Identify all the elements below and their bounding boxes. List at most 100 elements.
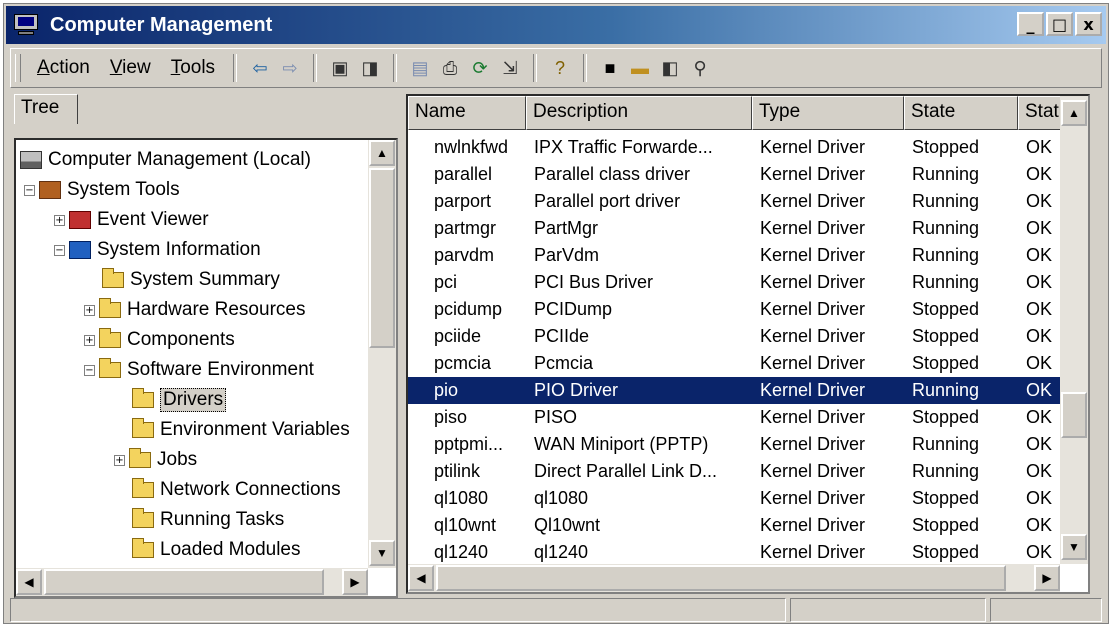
system-information-icon: [69, 241, 91, 259]
scroll-thumb[interactable]: [436, 565, 1006, 591]
help-icon[interactable]: ?: [545, 53, 575, 83]
column-header-state[interactable]: State: [904, 96, 1018, 130]
title-bar[interactable]: Computer Management _ □ x: [6, 6, 1106, 44]
tree-node-system-tools[interactable]: − System Tools: [24, 176, 180, 204]
back-arrow-icon[interactable]: ⇦: [245, 53, 275, 83]
scroll-up-button[interactable]: ▲: [369, 140, 395, 166]
scroll-up-button[interactable]: ▲: [1061, 100, 1087, 126]
menu-view[interactable]: View: [100, 57, 161, 79]
tree-node-jobs[interactable]: + Jobs: [114, 446, 197, 474]
minimize-button[interactable]: _: [1017, 12, 1044, 36]
scroll-thumb[interactable]: [44, 569, 324, 595]
menu-tools[interactable]: Tools: [161, 57, 225, 79]
scroll-down-button[interactable]: ▼: [1061, 534, 1087, 560]
tree-node-system-summary[interactable]: System Summary: [102, 266, 280, 294]
expand-toggle[interactable]: +: [84, 334, 95, 346]
table-row[interactable]: pio PIO Driver Kernel Driver Running OK: [408, 377, 1060, 404]
column-header-name[interactable]: Name: [408, 96, 526, 130]
save-icon[interactable]: ■: [595, 53, 625, 83]
table-row[interactable]: partmgr PartMgr Kernel Driver Running OK: [408, 215, 1060, 242]
table-row[interactable]: parport Parallel port driver Kernel Driver…: [408, 188, 1060, 215]
table-row[interactable]: ql1240 ql1240 Kernel Driver Stopped OK: [408, 539, 1060, 566]
computer-management-window: Computer Management _ □ x Action View To…: [3, 3, 1109, 624]
scroll-thumb[interactable]: [1061, 392, 1087, 438]
toolbar-grip[interactable]: [15, 54, 21, 82]
column-header-status[interactable]: Status: [1018, 96, 1062, 130]
expand-toggle[interactable]: +: [54, 214, 65, 226]
state-cell: Stopped: [912, 407, 980, 427]
tree-node-running-tasks[interactable]: Running Tasks: [132, 506, 284, 534]
collapse-toggle[interactable]: −: [84, 364, 95, 376]
close-button[interactable]: x: [1075, 12, 1102, 36]
tree-node-components[interactable]: + Components: [84, 326, 235, 354]
open-folder-icon[interactable]: ▬: [625, 53, 655, 83]
table-row[interactable]: parallel Parallel class driver Kernel Driv…: [408, 161, 1060, 188]
column-header-type[interactable]: Type: [752, 96, 904, 130]
tree-node-system-information[interactable]: − System Information: [54, 236, 261, 264]
tree-tab[interactable]: Tree: [14, 94, 78, 124]
table-row[interactable]: pci PCI Bus Driver Kernel Driver Running OK: [408, 269, 1060, 296]
state-cell: Stopped: [912, 353, 980, 373]
tree-node-environment-variables[interactable]: Environment Variables: [132, 416, 350, 444]
type-cell: Kernel Driver: [760, 272, 866, 292]
tree-node-computer-management[interactable]: Computer Management (Local): [20, 146, 311, 174]
scroll-down-button[interactable]: ▼: [369, 540, 395, 566]
scroll-left-button[interactable]: ◀: [408, 565, 434, 591]
state-cell: Running: [912, 245, 980, 265]
toolbar-separator: [393, 54, 398, 82]
toolbar-separator: [533, 54, 538, 82]
menu-action[interactable]: Action: [27, 57, 100, 79]
table-row[interactable]: pptpmi... WAN Miniport (PPTP) Kernel Drive…: [408, 431, 1060, 458]
column-header-description[interactable]: Description: [526, 96, 752, 130]
table-row[interactable]: parvdm ParVdm Kernel Driver Running OK: [408, 242, 1060, 269]
table-row[interactable]: ql10wnt Ql10wnt Kernel Driver Stopped OK: [408, 512, 1060, 539]
table-row[interactable]: pciide PCIIde Kernel Driver Stopped OK: [408, 323, 1060, 350]
table-row[interactable]: piso PISO Kernel Driver Stopped OK: [408, 404, 1060, 431]
tree-node-loaded-modules[interactable]: Loaded Modules: [132, 536, 301, 564]
collapse-toggle[interactable]: −: [24, 184, 35, 196]
description-cell: Ql10wnt: [534, 515, 601, 535]
tree-node-hardware-resources[interactable]: + Hardware Resources: [84, 296, 305, 324]
open-folder-icon: [132, 388, 154, 408]
maximize-button[interactable]: □: [1046, 12, 1073, 36]
description-cell: PISO: [534, 407, 578, 427]
folder-icon: [102, 268, 124, 288]
table-row[interactable]: ptilink Direct Parallel Link D... Kernel D…: [408, 458, 1060, 485]
refresh-icon[interactable]: ⟳: [465, 53, 495, 83]
stop-refresh-icon[interactable]: ◧: [655, 53, 685, 83]
tree-node-network-connections[interactable]: Network Connections: [132, 476, 341, 504]
state-cell: Stopped: [912, 326, 980, 346]
tree-node-event-viewer[interactable]: + Event Viewer: [54, 206, 209, 234]
tree-vertical-scrollbar[interactable]: ▲ ▼: [368, 140, 396, 568]
toolbar-separator: [313, 54, 318, 82]
scroll-thumb[interactable]: [369, 168, 395, 348]
list-vertical-scrollbar[interactable]: ▲ ▼: [1060, 96, 1088, 564]
show-hide-tree-icon[interactable]: ◨: [355, 53, 385, 83]
table-row[interactable]: nwlnkfwd IPX Traffic Forwarde... Kernel Dr…: [408, 134, 1060, 161]
name-cell: ql1240: [434, 542, 489, 562]
description-cell: ql1240: [534, 542, 589, 562]
expand-toggle[interactable]: +: [114, 454, 125, 466]
forward-arrow-icon[interactable]: ⇨: [275, 53, 305, 83]
folder-icon: [129, 448, 151, 468]
list-horizontal-scrollbar[interactable]: ◀ ▶: [408, 564, 1060, 592]
scroll-right-button[interactable]: ▶: [1034, 565, 1060, 591]
table-row[interactable]: ql1080 ql1080 Kernel Driver Stopped OK: [408, 485, 1060, 512]
properties-icon[interactable]: ▤: [405, 53, 435, 83]
export-list-icon[interactable]: ⇲: [495, 53, 525, 83]
folder-icon: [132, 508, 154, 528]
name-cell: pciide: [434, 326, 482, 346]
scroll-left-button[interactable]: ◀: [16, 569, 42, 595]
expand-toggle[interactable]: +: [84, 304, 95, 316]
table-row[interactable]: pcmcia Pcmcia Kernel Driver Stopped OK: [408, 350, 1060, 377]
tree-node-drivers[interactable]: Drivers: [132, 386, 227, 414]
scroll-right-button[interactable]: ▶: [342, 569, 368, 595]
tree-node-software-environment[interactable]: − Software Environment: [84, 356, 314, 384]
table-row[interactable]: pcidump PCIDump Kernel Driver Stopped OK: [408, 296, 1060, 323]
name-cell: pptpmi...: [434, 434, 504, 454]
find-icon[interactable]: ⚲: [685, 53, 715, 83]
tree-horizontal-scrollbar[interactable]: ◀ ▶: [16, 568, 368, 596]
collapse-toggle[interactable]: −: [54, 244, 65, 256]
print-icon[interactable]: ⎙: [435, 53, 465, 83]
up-one-level-icon[interactable]: ▣: [325, 53, 355, 83]
